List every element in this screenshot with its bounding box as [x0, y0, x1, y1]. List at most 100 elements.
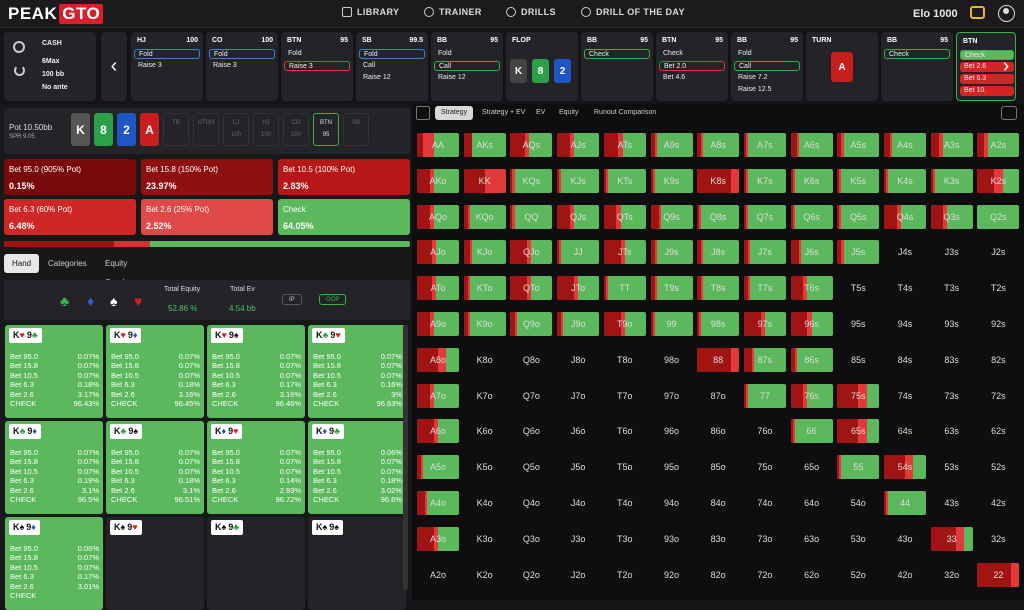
matrix-cell-75s[interactable]: 75s — [837, 383, 880, 408]
combo-card[interactable]: K♠ 9♦ Bet 95.0 0.06% Bet 15.8 0.07% Bet 10.5 0.… — [5, 517, 103, 610]
action-box-sb[interactable]: SB 99.5 Fold Call Raise 12 — [356, 32, 428, 101]
matrix-cell-k9o[interactable]: K9o — [463, 312, 506, 336]
matrix-cell-jj[interactable]: JJ — [557, 240, 600, 265]
matrix-cell-a4s[interactable]: A4s — [884, 133, 926, 157]
action-box-btn[interactable]: BTN 95 Fold Raise 3 — [281, 32, 353, 101]
matrix-cell-93s[interactable]: 93s — [931, 312, 973, 336]
spade-icon[interactable]: ♠ — [110, 293, 117, 309]
matrix-cell-q7s[interactable]: Q7s — [743, 204, 786, 229]
matrix-cell-32o[interactable]: 32o — [931, 563, 973, 587]
matrix-cell-kto[interactable]: KTo — [463, 276, 506, 301]
matrix-cell-t8o[interactable]: T8o — [604, 348, 646, 372]
matrix-cell-a2s[interactable]: A2s — [977, 133, 1020, 157]
matrix-cell-a6o[interactable]: A6o — [417, 419, 459, 444]
matrix-cell-q5s[interactable]: Q5s — [837, 204, 880, 229]
matrix-cell-74s[interactable]: 74s — [884, 384, 926, 408]
bet-option[interactable]: Bet 95.0 (905% Pot) 0.15% — [4, 159, 136, 195]
matrix-cell-t4o[interactable]: T4o — [604, 491, 646, 515]
matrix-cell-65s[interactable]: 65s — [837, 419, 880, 444]
action-option[interactable]: Bet 4.6 — [659, 73, 725, 83]
matrix-cell-a8s[interactable]: A8s — [697, 133, 740, 157]
matrix-cell-66[interactable]: 66 — [790, 419, 833, 444]
matrix-cell-j5o[interactable]: J5o — [557, 455, 599, 479]
matrix-cell-k9s[interactable]: K9s — [650, 168, 693, 193]
action-option[interactable]: Raise 3 — [134, 61, 200, 71]
matrix-cell-q4s[interactable]: Q4s — [884, 204, 926, 229]
nav-drills[interactable]: DRILLS — [506, 7, 556, 17]
matrix-cell-87s[interactable]: 87s — [743, 347, 786, 372]
matrix-cell-ato[interactable]: ATo — [417, 276, 459, 301]
matrix-cell-87o[interactable]: 87o — [697, 384, 739, 408]
matrix-cell-k4s[interactable]: K4s — [884, 168, 926, 193]
matrix-cell-54s[interactable]: 54s — [884, 455, 926, 480]
matrix-cell-t4s[interactable]: T4s — [884, 276, 926, 300]
combo-card[interactable]: K♣ 9♠ Bet 95.0 0.07% Bet 15.8 0.07% Bet 10.5 0.… — [106, 421, 204, 514]
matrix-cell-ajs[interactable]: AJs — [557, 133, 600, 157]
matrix-cell-j9o[interactable]: J9o — [557, 312, 600, 336]
seat-hj[interactable]: HJ 100 — [253, 113, 279, 146]
matrix-cell-q8o[interactable]: Q8o — [510, 348, 552, 372]
action-option[interactable]: Raise 12.5 — [734, 85, 800, 95]
combo-card[interactable]: K♣ 9♥ Bet 95.0 0.07% Bet 15.8 0.07% Bet 10.5 0.… — [308, 325, 406, 418]
action-option[interactable]: Raise 3 — [209, 61, 275, 71]
tab-runout-comparison[interactable]: Runout Comparison — [588, 106, 662, 120]
nav-drill-of-the-day[interactable]: DRILL OF THE DAY — [581, 7, 685, 17]
action-option[interactable]: Raise 3 — [284, 61, 350, 71]
tab-strategy-ev[interactable]: Strategy + EV — [476, 106, 531, 120]
matrix-cell-j4s[interactable]: J4s — [884, 240, 926, 264]
matrix-cell-97s[interactable]: 97s — [743, 312, 786, 336]
gamepad-icon[interactable] — [1001, 106, 1017, 120]
combo-card[interactable]: K♣ 9♦ Bet 95.0 0.07% Bet 15.8 0.07% Bet 10.5 0.… — [5, 421, 103, 514]
matrix-cell-t6s[interactable]: T6s — [790, 276, 833, 301]
matrix-cell-42o[interactable]: 42o — [884, 563, 926, 587]
matrix-cell-92s[interactable]: 92s — [977, 312, 1019, 336]
matrix-cell-94o[interactable]: 94o — [651, 491, 693, 515]
matrix-cell-aks[interactable]: AKs — [463, 133, 506, 157]
matrix-cell-98s[interactable]: 98s — [697, 312, 740, 336]
matrix-cell-99[interactable]: 99 — [650, 312, 693, 336]
action-box-bb[interactable]: BB 95 Fold Call Raise 12 — [431, 32, 503, 101]
matrix-cell-72o[interactable]: 72o — [744, 563, 786, 587]
logo[interactable]: PEAK GTO — [8, 4, 104, 24]
matrix-cell-a3s[interactable]: A3s — [930, 133, 973, 157]
matrix-cell-88[interactable]: 88 — [697, 347, 740, 372]
matrix-cell-t5s[interactable]: T5s — [837, 276, 879, 300]
matrix-cell-q8s[interactable]: Q8s — [697, 204, 740, 229]
matrix-cell-t7o[interactable]: T7o — [604, 384, 646, 408]
matrix-cell-j9s[interactable]: J9s — [650, 240, 693, 265]
seat-utgh[interactable]: UTGH — [193, 113, 219, 146]
matrix-cell-qq[interactable]: QQ — [510, 204, 553, 229]
matrix-cell-64s[interactable]: 64s — [884, 419, 926, 443]
combo-card[interactable]: K♠ 9♥ — [106, 517, 204, 610]
matrix-cell-95o[interactable]: 95o — [651, 455, 693, 479]
matrix-cell-84s[interactable]: 84s — [884, 348, 926, 372]
matrix-cell-k3o[interactable]: K3o — [464, 527, 506, 551]
matrix-cell-j7o[interactable]: J7o — [557, 384, 599, 408]
matrix-cell-43s[interactable]: 43s — [931, 491, 973, 515]
matrix-cell-aqs[interactable]: AQs — [510, 133, 553, 157]
matrix-cell-53o[interactable]: 53o — [837, 527, 879, 551]
matrix-cell-q5o[interactable]: Q5o — [510, 455, 552, 479]
action-option[interactable]: Fold — [359, 49, 425, 59]
matrix-cell-86s[interactable]: 86s — [790, 347, 833, 372]
action-option[interactable]: Call — [359, 61, 425, 71]
matrix-cell-kk[interactable]: KK — [463, 168, 506, 193]
chat-icon[interactable] — [970, 6, 985, 19]
matrix-cell-62s[interactable]: 62s — [977, 419, 1019, 443]
matrix-cell-q2o[interactable]: Q2o — [510, 563, 552, 587]
matrix-cell-ako[interactable]: AKo — [417, 168, 459, 193]
combo-card[interactable]: K♥ 9♦ Bet 95.0 0.07% Bet 15.8 0.07% Bet 10.5 0.… — [106, 325, 204, 418]
matrix-cell-85o[interactable]: 85o — [697, 455, 739, 479]
bet-option[interactable]: Bet 6.3 (60% Pot) 6.48% — [4, 199, 136, 235]
combo-card[interactable]: K♠ 9♣ — [207, 517, 305, 610]
matrix-cell-ats[interactable]: ATs — [603, 133, 646, 157]
matrix-cell-q4o[interactable]: Q4o — [510, 491, 552, 515]
matrix-cell-77[interactable]: 77 — [743, 383, 786, 408]
ip-toggle[interactable]: IP — [282, 294, 302, 305]
matrix-cell-t2o[interactable]: T2o — [604, 563, 646, 587]
matrix-cell-kts[interactable]: KTs — [603, 168, 646, 193]
matrix-cell-t8s[interactable]: T8s — [697, 276, 740, 301]
matrix-cell-k8o[interactable]: K8o — [464, 348, 506, 372]
action-option[interactable]: Raise 12 — [434, 73, 500, 83]
matrix-cell-j7s[interactable]: J7s — [743, 240, 786, 265]
